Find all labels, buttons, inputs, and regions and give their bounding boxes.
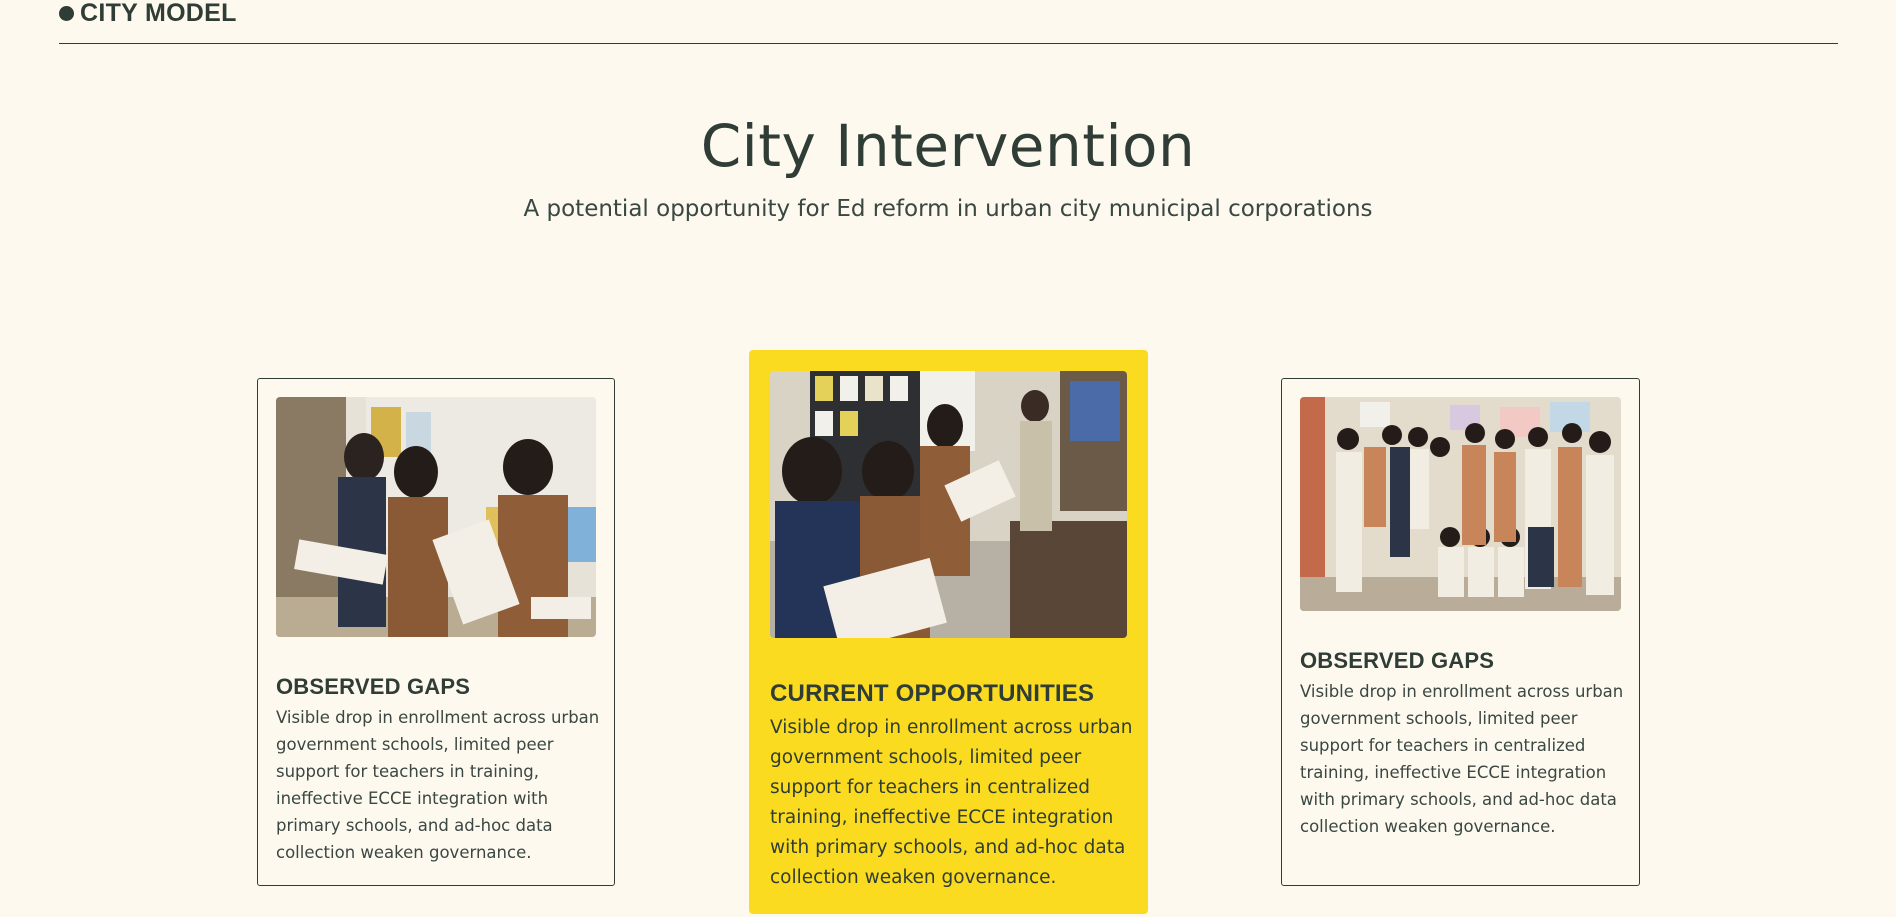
- divider: [59, 43, 1838, 44]
- card-body: Visible drop in enrollment across urban …: [770, 717, 1133, 888]
- students-reading-classroom-photo: [276, 397, 596, 637]
- page-title: City Intervention: [700, 112, 1196, 180]
- card-body: Visible drop in enrollment across urban …: [276, 708, 600, 862]
- section-label: CITY MODEL: [59, 0, 237, 26]
- card-observed-gaps-right: OBSERVED GAPS Visible drop in enrollment…: [1281, 378, 1640, 886]
- girls-reading-books-photo: [770, 371, 1127, 638]
- card-heading: CURRENT OPPORTUNITIES: [770, 680, 1095, 707]
- section-label-text: CITY MODEL: [80, 0, 237, 27]
- page-subtitle: A potential opportunity for Ed reform in…: [523, 196, 1373, 222]
- card-observed-gaps-left: OBSERVED GAPS Visible drop in enrollment…: [257, 378, 615, 886]
- card-current-opportunities: CURRENT OPPORTUNITIES Visible drop in en…: [749, 350, 1148, 914]
- students-reading-image: [276, 397, 596, 637]
- card-heading: OBSERVED GAPS: [276, 674, 471, 699]
- card-body: Visible drop in enrollment across urban …: [1300, 682, 1624, 836]
- card-heading: OBSERVED GAPS: [1300, 648, 1495, 673]
- bullet-dot-icon: [59, 5, 74, 21]
- girls-reading-image: [770, 371, 1127, 638]
- students-group-photo: [1300, 397, 1621, 611]
- students-group-image: [1300, 397, 1621, 611]
